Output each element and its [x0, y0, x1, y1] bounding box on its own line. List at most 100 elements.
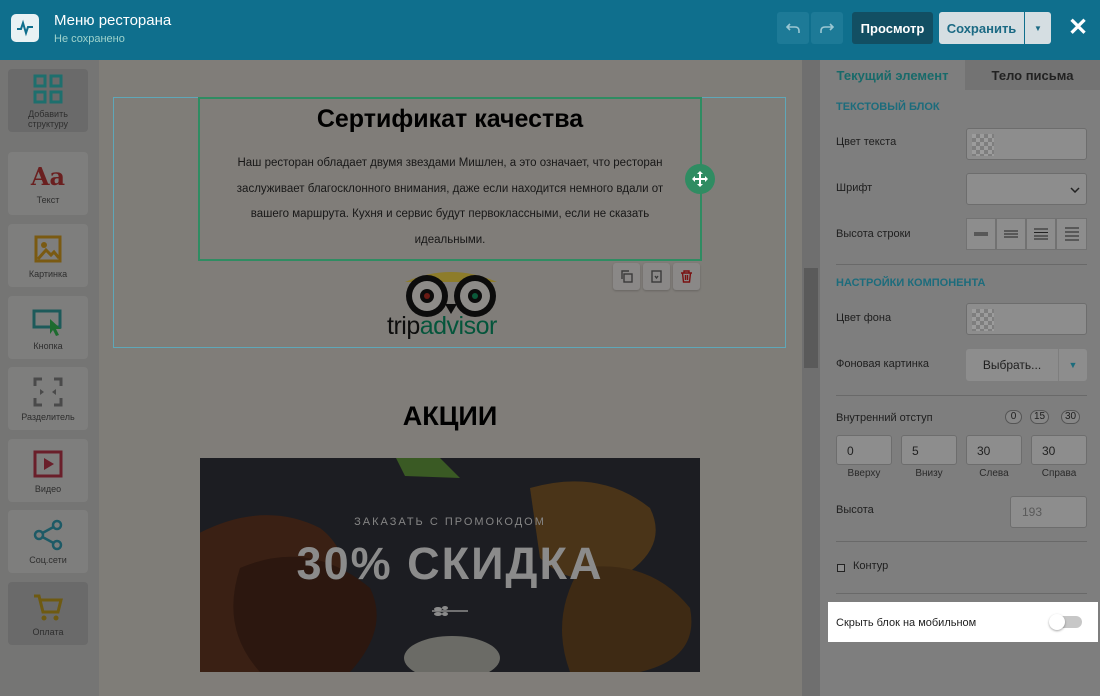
image-icon: [34, 235, 62, 262]
undo-button[interactable]: [777, 12, 809, 44]
tab-email-body[interactable]: Тело письма: [965, 60, 1100, 90]
document-title: Меню ресторана: [54, 12, 172, 29]
padding-top-label: Вверху: [847, 468, 881, 479]
line-height-icon: [974, 232, 988, 236]
section-divider: [836, 395, 1087, 396]
line-height-option-1[interactable]: [966, 218, 996, 250]
tool-label: Разделитель: [21, 411, 75, 422]
border-label: Контур: [853, 560, 889, 572]
redo-button[interactable]: [811, 12, 843, 44]
padding-left-label: Слева: [979, 468, 1009, 479]
editor-canvas[interactable]: Сертификат качества Наш ресторан обладае…: [99, 60, 802, 696]
video-icon: [33, 450, 63, 477]
pulse-icon: [17, 19, 33, 37]
tool-text[interactable]: Aa Текст: [8, 152, 88, 215]
duplicate-button[interactable]: [613, 263, 640, 290]
button-icon: [32, 309, 62, 336]
bg-color-picker[interactable]: [966, 303, 1087, 335]
share-icon: [33, 519, 63, 550]
tool-label: Видео: [34, 483, 62, 494]
padding-preset-15[interactable]: 15: [1030, 410, 1050, 424]
tool-button[interactable]: Кнопка: [8, 296, 88, 359]
promo-subtitle: ЗАКАЗАТЬ С ПРОМОКОДОМ: [354, 516, 546, 528]
move-handle[interactable]: [685, 164, 715, 194]
tool-label: Добавить структуру: [27, 108, 69, 129]
tool-sidebar: Добавить структуру Aa Текст Картинка Кно…: [0, 60, 99, 696]
cert-title[interactable]: Сертификат качества: [200, 105, 700, 134]
chevron-down-icon: ▼: [1034, 23, 1042, 33]
undo-icon: [786, 23, 800, 33]
tool-social[interactable]: Соц.сети: [8, 510, 88, 573]
tool-image[interactable]: Картинка: [8, 224, 88, 287]
choose-image-button[interactable]: Выбрать...: [966, 349, 1058, 381]
padding-bottom-input[interactable]: 5: [901, 435, 957, 465]
save-block-button[interactable]: [643, 263, 670, 290]
bg-image-label: Фоновая картинка: [836, 358, 930, 370]
section-divider: [836, 541, 1087, 542]
line-height-icon: [1004, 230, 1018, 238]
transparent-swatch: [972, 134, 994, 156]
transparent-swatch: [972, 309, 994, 331]
height-input[interactable]: 193: [1010, 496, 1087, 528]
text-icon: Aa: [30, 162, 66, 191]
section-divider: [836, 264, 1087, 265]
padding-label: Внутренний отступ: [836, 412, 933, 424]
promo-banner[interactable]: ЗАКАЗАТЬ С ПРОМОКОДОМ 30% СКИДКА: [200, 458, 700, 672]
save-status: Не сохранено: [54, 33, 125, 45]
chevron-down-icon: [1070, 187, 1080, 193]
line-height-icon: [1034, 228, 1048, 240]
hide-on-mobile-label: Скрыть блок на мобильном: [836, 617, 977, 629]
padding-left-input[interactable]: 30: [966, 435, 1022, 465]
text-color-label: Цвет текста: [836, 136, 897, 148]
tripadvisor-advisor: advisor: [419, 312, 498, 340]
tool-label: Текст: [36, 195, 60, 205]
bookmark-icon: [651, 270, 662, 283]
cart-icon: [34, 594, 63, 620]
scrollbar-thumb[interactable]: [804, 268, 818, 368]
padding-top-input[interactable]: 0: [836, 435, 892, 465]
line-height-icon: [1064, 227, 1079, 241]
preview-button[interactable]: Просмотр: [852, 12, 933, 44]
hide-on-mobile-toggle[interactable]: [1049, 614, 1082, 630]
trash-icon: [681, 270, 692, 283]
delete-button[interactable]: [673, 263, 700, 290]
promo-title: 30% СКИДКА: [296, 538, 604, 589]
save-button[interactable]: Сохранить: [939, 12, 1024, 44]
laurel-icon: [432, 606, 468, 616]
border-checkbox[interactable]: [837, 564, 845, 572]
line-height-option-4[interactable]: [1056, 218, 1087, 250]
chevron-down-icon: ▼: [1068, 360, 1078, 370]
close-icon: ✕: [1067, 14, 1089, 41]
font-label: Шрифт: [836, 182, 873, 194]
padding-right-label: Справа: [1041, 468, 1077, 479]
tool-video[interactable]: Видео: [8, 439, 88, 502]
padding-preset-0[interactable]: 0: [1005, 410, 1022, 424]
bg-color-label: Цвет фона: [836, 312, 892, 324]
section-divider: [836, 593, 1087, 594]
font-select[interactable]: [966, 173, 1087, 205]
padding-right-input[interactable]: 30: [1031, 435, 1087, 465]
tool-divider[interactable]: Разделитель: [8, 367, 88, 430]
canvas-scrollbar[interactable]: [802, 60, 820, 696]
grid-icon: [33, 74, 63, 103]
tripadvisor-wordmark: tripadvisor: [387, 312, 497, 341]
tool-payment[interactable]: Оплата: [8, 582, 88, 645]
hide-on-mobile-row: Скрыть блок на мобильном: [828, 602, 1098, 642]
line-height-option-2[interactable]: [996, 218, 1026, 250]
toggle-knob: [1049, 614, 1065, 630]
promo-heading[interactable]: АКЦИИ: [200, 401, 700, 432]
app-logo: [11, 14, 39, 42]
save-options-button[interactable]: ▼: [1025, 12, 1051, 44]
component-section-title: НАСТРОЙКИ КОМПОНЕНТА: [836, 277, 986, 289]
text-color-picker[interactable]: [966, 128, 1087, 160]
tool-add-structure[interactable]: Добавить структуру: [8, 69, 88, 132]
divider-icon: [33, 377, 63, 406]
text-block-section-title: ТЕКСТОВЫЙ БЛОК: [836, 101, 940, 113]
cert-text[interactable]: Наш ресторан обладает двумя звездами Миш…: [224, 151, 676, 253]
padding-preset-30[interactable]: 30: [1061, 410, 1081, 424]
close-button[interactable]: ✕: [1066, 14, 1090, 42]
tab-current-element[interactable]: Текущий элемент: [820, 60, 965, 90]
line-height-label: Высота строки: [836, 228, 911, 240]
line-height-option-3[interactable]: [1026, 218, 1056, 250]
choose-image-options[interactable]: ▼: [1059, 349, 1087, 381]
